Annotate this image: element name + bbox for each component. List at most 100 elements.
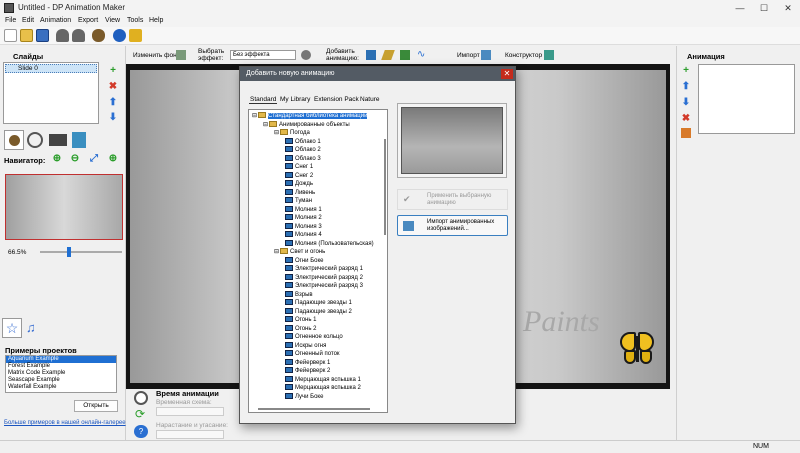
slide-item[interactable]: Slide 0 <box>5 64 97 73</box>
open-folder-icon[interactable] <box>20 29 33 42</box>
tree-item[interactable]: Облако 3 <box>285 154 321 164</box>
zoom-in-icon[interactable]: ⊕ <box>52 154 62 164</box>
preview-eye-icon[interactable] <box>92 29 105 42</box>
maximize-button[interactable]: ☐ <box>752 0 776 16</box>
tree-item[interactable]: Фейерверк 1 <box>285 358 330 368</box>
help-icon[interactable]: ? <box>134 425 148 438</box>
tree-item[interactable]: Снег 2 <box>285 171 313 181</box>
constructor-icon[interactable] <box>544 50 554 60</box>
pencil-icon[interactable] <box>400 50 410 60</box>
zoom-slider-thumb[interactable] <box>66 247 71 257</box>
tab-standard[interactable]: Standard <box>249 96 278 104</box>
tree-item[interactable]: Дождь <box>285 180 313 189</box>
examples-item[interactable]: Matrix Code Example <box>6 370 116 377</box>
export-icon[interactable] <box>72 132 86 148</box>
animation-settings-icon[interactable] <box>681 128 691 138</box>
animation-list[interactable] <box>698 64 795 134</box>
dialog-close-button[interactable]: ✕ <box>501 69 513 79</box>
tree-item[interactable]: Огонь 2 <box>285 324 317 334</box>
tree-item[interactable]: Электрический разряд 1 <box>285 265 363 274</box>
rise-select[interactable] <box>156 430 224 439</box>
tab-extension-pack[interactable]: Extension Pack <box>313 96 360 103</box>
tree-item[interactable]: Огненный поток <box>285 350 340 359</box>
move-up-icon[interactable]: ⬆ <box>108 98 118 108</box>
camera-icon[interactable] <box>49 134 67 146</box>
tree-item[interactable]: Искры огня <box>285 341 326 351</box>
change-bg-label[interactable]: Изменить фон <box>133 52 177 59</box>
background-icon[interactable] <box>176 50 186 60</box>
anim-down-icon[interactable]: ⬇ <box>681 98 691 108</box>
tree-item[interactable]: Фейерверк 2 <box>285 367 330 376</box>
film-icon[interactable] <box>366 50 376 60</box>
tree-item[interactable]: Облако 2 <box>285 146 321 155</box>
examples-item[interactable]: Aquarium Example <box>6 356 116 363</box>
tree-item[interactable]: Электрический разряд 2 <box>285 273 363 283</box>
collapse-icon[interactable]: ⊟ <box>252 113 257 119</box>
add-animation-icon[interactable]: + <box>681 66 691 76</box>
collapse-icon[interactable]: ⊟ <box>274 130 279 136</box>
menu-animation[interactable]: Animation <box>40 17 71 24</box>
examples-item[interactable]: Waterfall Example <box>6 384 116 391</box>
tree-folder[interactable]: ⊟ Погода <box>274 129 310 138</box>
info-icon[interactable] <box>113 29 126 42</box>
tab-my-library[interactable]: My Library <box>279 96 311 103</box>
refresh-icon[interactable]: ⟳ <box>135 408 147 420</box>
effect-select[interactable]: Без эффекта <box>230 50 296 60</box>
minimize-button[interactable]: — <box>728 0 752 16</box>
menu-help[interactable]: Help <box>149 17 163 24</box>
time-scheme-select[interactable] <box>156 407 224 416</box>
tree-item[interactable]: Снег 1 <box>285 163 313 172</box>
wave-icon[interactable]: ∿ <box>417 49 425 60</box>
examples-list[interactable]: Aquarium Example Forest Example Matrix C… <box>5 355 117 393</box>
tree-item[interactable]: Молния 4 <box>285 231 322 240</box>
tree-item[interactable]: Молния 1 <box>285 205 322 215</box>
constructor-label[interactable]: Конструктор <box>505 52 542 59</box>
fit-icon[interactable]: ⤢ <box>89 154 99 164</box>
tree-folder[interactable]: ⊟ Анимированные объекты <box>263 120 350 130</box>
import-icon[interactable] <box>481 50 491 60</box>
menu-export[interactable]: Export <box>78 17 98 24</box>
move-down-icon[interactable]: ⬇ <box>108 113 118 123</box>
animation-tree[interactable]: ⊟ Стандартная библиотека анимаций ⊟ Анимиро… <box>248 109 388 413</box>
tree-item[interactable]: Лучи Боке <box>285 392 323 402</box>
close-button[interactable]: ✕ <box>776 0 800 16</box>
tree-item[interactable]: Молния 3 <box>285 222 322 232</box>
tree-item[interactable]: Мерцающая вспышка 1 <box>285 375 361 385</box>
import-label[interactable]: Импорт <box>457 52 480 59</box>
menu-tools[interactable]: Tools <box>127 17 143 24</box>
undo-icon[interactable] <box>56 29 69 42</box>
tree-item[interactable]: Облако 1 <box>285 137 321 147</box>
examples-item[interactable]: Forest Example <box>6 363 116 370</box>
apply-animation-button[interactable]: ✔ Применить выбранную анимацию <box>397 189 508 210</box>
tree-item[interactable]: Падающие звезды 1 <box>285 299 352 308</box>
clock-icon[interactable] <box>27 132 43 148</box>
tree-item[interactable]: Мерцающая вспышка 2 <box>285 384 361 393</box>
tree-item[interactable]: Падающие звезды 2 <box>285 307 352 317</box>
music-tab-icon[interactable]: ♫ <box>26 320 40 336</box>
tree-item[interactable]: Огонь 1 <box>285 316 317 325</box>
star-tab-icon[interactable]: ☆ <box>2 318 22 338</box>
tree-item[interactable]: Огни Боке <box>285 256 324 266</box>
collapse-icon[interactable]: ⊟ <box>263 122 268 128</box>
new-file-icon[interactable] <box>4 29 17 42</box>
menu-view[interactable]: View <box>105 17 120 24</box>
anim-up-icon[interactable]: ⬆ <box>681 82 691 92</box>
tree-item[interactable]: Ливень <box>285 188 315 198</box>
tree-item[interactable]: Молния (Пользовательская) <box>285 239 374 249</box>
effect-settings-icon[interactable] <box>301 50 311 60</box>
brush-icon[interactable] <box>381 50 395 60</box>
redo-icon[interactable] <box>72 29 85 42</box>
delete-slide-icon[interactable]: ✖ <box>108 82 118 92</box>
tab-nature[interactable]: Nature <box>359 96 381 103</box>
open-example-button[interactable]: Открыть <box>74 400 118 412</box>
menu-edit[interactable]: Edit <box>22 17 34 24</box>
tree-folder[interactable]: ⊟ Стандартная библиотека анимаций <box>252 112 368 121</box>
delete-animation-icon[interactable]: ✖ <box>681 114 691 124</box>
tree-item[interactable]: Огненное кольцо <box>285 333 343 342</box>
collapse-icon[interactable]: ⊟ <box>274 249 279 255</box>
tree-item[interactable]: Туман <box>285 197 312 206</box>
tree-scrollbar[interactable] <box>384 139 386 235</box>
gallery-link[interactable]: Больше примеров в нашей онлайн-галерее <box>4 420 126 426</box>
tree-folder[interactable]: ⊟ Свет и огонь <box>274 248 325 257</box>
menu-file[interactable]: File <box>5 17 16 24</box>
